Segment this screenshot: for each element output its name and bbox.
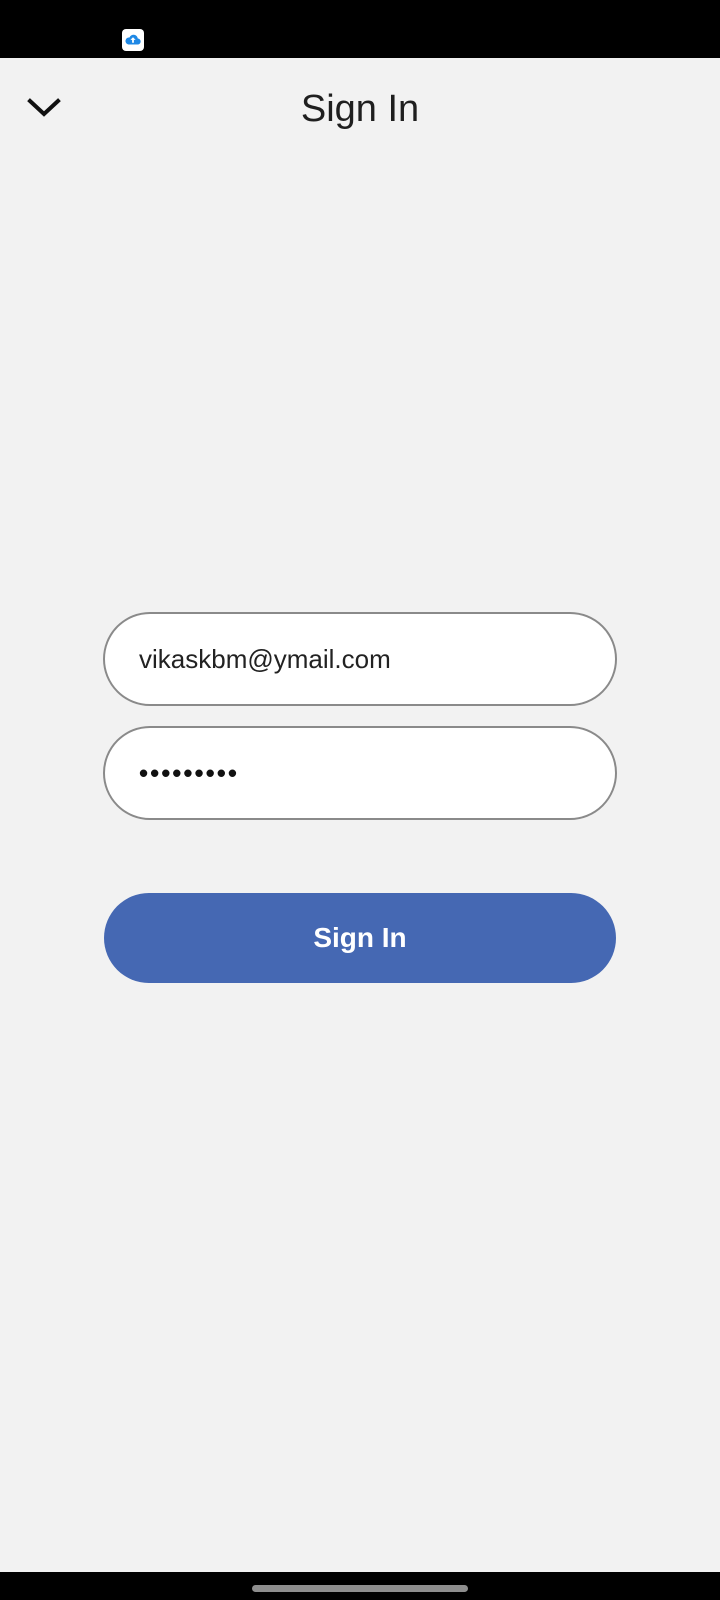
status-bar bbox=[0, 0, 720, 58]
navigation-bar bbox=[0, 1572, 720, 1600]
sign-in-screen: Sign In ••••••••• Sign In bbox=[0, 0, 720, 1600]
email-field[interactable] bbox=[103, 612, 617, 706]
email-input[interactable] bbox=[139, 643, 579, 675]
cloud-upload-icon bbox=[122, 29, 144, 51]
sign-in-button[interactable]: Sign In bbox=[104, 893, 616, 983]
app-bar: Sign In bbox=[0, 58, 720, 162]
password-input[interactable]: ••••••••• bbox=[139, 758, 239, 789]
home-indicator[interactable] bbox=[252, 1585, 468, 1592]
password-field[interactable]: ••••••••• bbox=[103, 726, 617, 820]
page-title: Sign In bbox=[300, 88, 420, 130]
